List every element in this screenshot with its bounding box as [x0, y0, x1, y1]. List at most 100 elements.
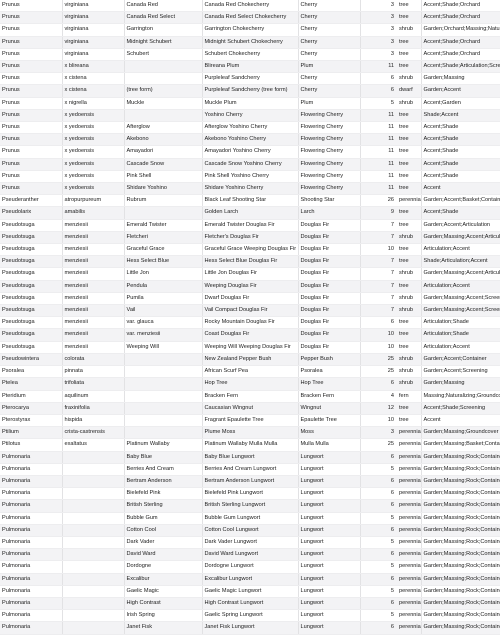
cell-type: Douglas Fir	[298, 328, 361, 342]
cell-common_name: Janet Fisk Lungwort	[202, 621, 299, 635]
table-row[interactable]: Ptilotus exaltatus Platinum Wallaby Platinu…	[0, 438, 500, 452]
cell-genus: Prunus	[0, 48, 63, 62]
cell-type: Cherry	[298, 11, 361, 25]
cell-genus: Pseudotsuga	[0, 267, 63, 281]
table-row[interactable]: Pulmonaria Bubble Gum Bubble Gum Lungwort L…	[0, 512, 500, 525]
cell-species: menziesii	[62, 219, 125, 232]
cell-type: Douglas Fir	[298, 280, 361, 293]
cell-size: 6	[360, 548, 397, 562]
cell-form: tree	[397, 109, 422, 123]
cell-uses: Accent	[421, 182, 500, 196]
cell-size: 11	[360, 60, 397, 74]
cell-uses: Articulation;Accent	[421, 280, 500, 293]
table-row[interactable]: Pseudotsuga menziesii var. glauca Rocky Mou…	[0, 316, 500, 330]
cell-common_name: Bertram Anderson Lungwort	[202, 475, 299, 489]
cell-cultivar: Gaelic Magic	[124, 585, 203, 598]
table-row[interactable]: Pulmonaria Irish Spring Gaelic Spring Lung…	[0, 609, 500, 623]
table-row[interactable]: Prunus x yedoensis Pink Shell Pink Shell Yo…	[0, 170, 500, 184]
table-row[interactable]: Pseuderanther atropurpureum Rubrum Black Le…	[0, 194, 500, 208]
cell-type: Flowering Cherry	[298, 121, 361, 135]
table-row[interactable]: Prunus x blireana Blireana Plum Plum 11 tree A…	[0, 60, 500, 74]
cell-species: menziesii	[62, 255, 125, 269]
table-row[interactable]: Pulmonaria David Ward David Ward Lungwort L…	[0, 548, 500, 562]
cell-genus: Pseudotsuga	[0, 255, 63, 269]
table-row[interactable]: Prunus x yedoensis Akebono Akebono Yoshino …	[0, 133, 500, 147]
cell-type: Lungwort	[298, 548, 361, 562]
table-row[interactable]: Prunus x cistena (tree form) Purpleleaf San…	[0, 84, 500, 98]
cell-cultivar	[124, 414, 203, 428]
table-row[interactable]: Ptilium crista-castrensis Plume Moss Moss 3 p…	[0, 426, 500, 440]
cell-common_name: Cotton Cool Lungwort	[202, 524, 299, 537]
cell-cultivar	[124, 377, 203, 391]
cell-uses: Garden;Massing;Rock;Container	[421, 536, 500, 550]
plant-database-table[interactable]: Prunus virginiana Canada Red Canada Red Cho…	[0, 0, 500, 635]
table-row[interactable]: Prunus x yedoensis Shidare Yoshino Shidare …	[0, 182, 500, 196]
cell-type: Douglas Fir	[298, 292, 361, 306]
table-row[interactable]: Pseudotsuga menziesii Pendula Weeping Dougl…	[0, 280, 500, 293]
table-row[interactable]: Pulmonaria Excalibur Excalibur Lungwort Lun…	[0, 573, 500, 586]
cell-type: Lungwort	[298, 621, 361, 635]
table-row[interactable]: Prunus virginiana Midnight Schubert Midnigh…	[0, 36, 500, 49]
table-row[interactable]: Pulmonaria Baby Blue Baby Blue Lungwort Lun…	[0, 451, 500, 464]
cell-cultivar	[124, 390, 203, 403]
cell-uses: Accent	[421, 414, 500, 428]
cell-type: Flowering Cherry	[298, 145, 361, 159]
table-row[interactable]: Pulmonaria Berries And Cream Berries And C…	[0, 463, 500, 476]
table-row[interactable]: Prunus x cistena Purpleleaf Sandcherry Cher…	[0, 72, 500, 86]
table-row[interactable]: Pulmonaria Dordogne Dordogne Lungwort Lungw…	[0, 560, 500, 574]
table-row[interactable]: Pulmonaria Janet Fisk Janet Fisk Lungwort L…	[0, 621, 500, 635]
table-row[interactable]: Pulmonaria High Contrast High Contrast Lun…	[0, 597, 500, 611]
cell-common_name: Weeping Will Weeping Douglas Fir	[202, 341, 299, 354]
cell-common_name: Berries And Cream Lungwort	[202, 463, 299, 476]
table-row[interactable]: Pseudotsuga menziesii Emerald Twister Emera…	[0, 219, 500, 232]
table-row[interactable]: Pseudowintera colorata New Zealand Pepper …	[0, 353, 500, 367]
table-row[interactable]: Pulmonaria Bertram Anderson Bertram Anders…	[0, 475, 500, 489]
table-row[interactable]: Prunus x yedoensis Cascade Snow Cascade Sno…	[0, 158, 500, 171]
table-row[interactable]: Pterocarya fraxinifolia Caucasian Wingnut W…	[0, 402, 500, 415]
table-row[interactable]: Pseudotsuga menziesii Vail Vail Compact Dou…	[0, 304, 500, 318]
table-row[interactable]: Pseudotsuga menziesii Weeping Will Weeping …	[0, 341, 500, 354]
table-row[interactable]: Prunus virginiana Canada Red Select Canada …	[0, 11, 500, 25]
table-row[interactable]: Pseudotsuga menziesii Graceful Grace Gracef…	[0, 243, 500, 257]
table-row[interactable]: Pteridium aquilinum Bracken Fern Bracken Fe…	[0, 390, 500, 403]
cell-species: virginiana	[62, 11, 125, 25]
table-row[interactable]: Pseudotsuga menziesii Little Jon Little Jon…	[0, 267, 500, 281]
cell-form: tree	[397, 60, 422, 74]
table-row[interactable]: Pseudolarix amabilis Golden Larch Larch 9 tre…	[0, 206, 500, 220]
cell-common_name: Caucasian Wingnut	[202, 402, 299, 415]
table-row[interactable]: Ptelea trifoliata Hop Tree Hop Tree 6 shrub Ga…	[0, 377, 500, 391]
cell-uses: Garden;Accent;Screening	[421, 365, 500, 379]
cell-common_name: Shidare Yoshino Cherry	[202, 182, 299, 196]
table-row[interactable]: Prunus virginiana Schubert Schubert Chokech…	[0, 48, 500, 62]
table-row[interactable]: Prunus x yedoensis Afterglow Afterglow Yosh…	[0, 121, 500, 135]
cell-type: Douglas Fir	[298, 304, 361, 318]
cell-genus: Pulmonaria	[0, 463, 63, 476]
cell-type: Douglas Fir	[298, 255, 361, 269]
table-row[interactable]: Prunus virginiana Canada Red Canada Red Cho…	[0, 0, 500, 13]
cell-type: Lungwort	[298, 609, 361, 623]
table-row[interactable]: Pterostyrax hispida Fragrant Epaulette Tre…	[0, 414, 500, 428]
cell-uses: Accent;Shade	[421, 121, 500, 135]
table-row[interactable]: Pulmonaria Cotton Cool Cotton Cool Lungwor…	[0, 524, 500, 537]
table-row[interactable]: Prunus x nigrella Muckle Muckle Plum Plum 5 sh…	[0, 97, 500, 110]
table-row[interactable]: Pulmonaria British Sterling British Sterli…	[0, 499, 500, 513]
table-row[interactable]: Pseudotsuga menziesii Hess Select Blue Hess…	[0, 255, 500, 269]
table-row[interactable]: Pulmonaria Bielefeld Pink Bielefeld Pink L…	[0, 487, 500, 501]
cell-cultivar: Cotton Cool	[124, 524, 203, 537]
table-row[interactable]: Prunus x yedoensis Amayadori Amayadori Yosh…	[0, 145, 500, 159]
cell-common_name: Plume Moss	[202, 426, 299, 440]
table-row[interactable]: Pseudotsuga menziesii var. menziesii Coast …	[0, 328, 500, 342]
cell-species	[62, 512, 125, 525]
table-row[interactable]: Pulmonaria Dark Vader Dark Vader Lungwort L…	[0, 536, 500, 550]
cell-type: Cherry	[298, 84, 361, 98]
cell-uses: Accent;Shade;Screening	[421, 402, 500, 415]
cell-size: 26	[360, 194, 397, 208]
table-row[interactable]: Prunus x yedoensis Yoshino Cherry Flowering…	[0, 109, 500, 123]
table-row[interactable]: Prunus virginiana Garrington Garrington Cho…	[0, 23, 500, 37]
table-row[interactable]: Pseudotsuga menziesii Pumila Dwarf Douglas …	[0, 292, 500, 306]
table-row[interactable]: Pulmonaria Gaelic Magic Gaelic Magic Lungw…	[0, 585, 500, 598]
cell-uses: Accent;Shade;Orchard	[421, 36, 500, 49]
cell-species: x yedoensis	[62, 109, 125, 123]
table-row[interactable]: Psoralea pinnata African Scurf Pea Psoralea…	[0, 365, 500, 379]
table-row[interactable]: Pseudotsuga menziesii Fletcheri Fletcher's …	[0, 231, 500, 245]
